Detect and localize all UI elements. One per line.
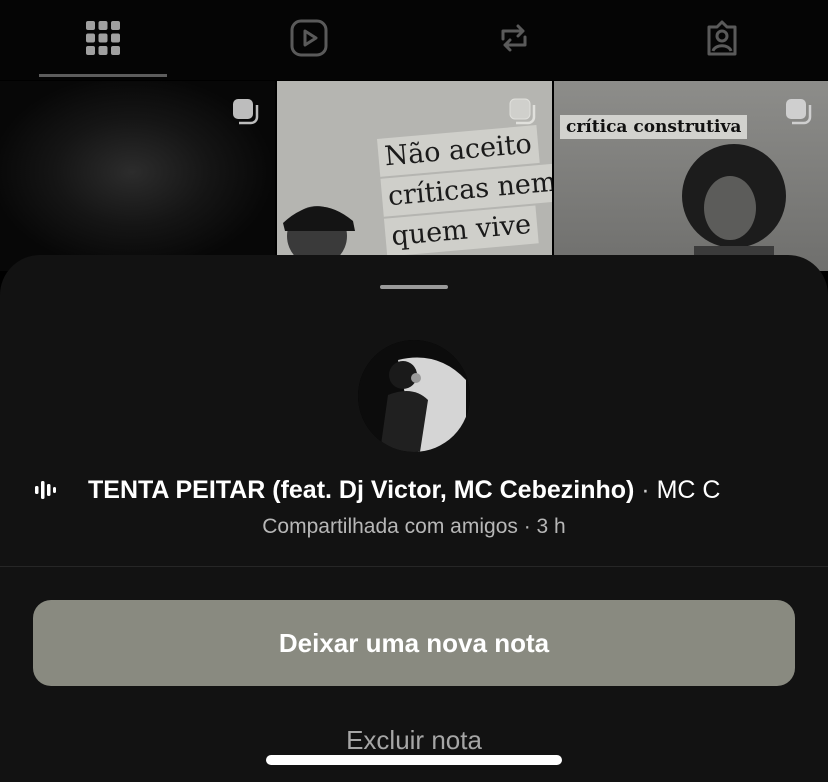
- sound-bars-icon: [35, 481, 56, 499]
- grid-icon: [86, 21, 120, 55]
- tab-posts[interactable]: [73, 8, 133, 68]
- song-info: TENTA PEITAR (feat. Dj Victor, MC Cebezi…: [88, 473, 720, 507]
- avatar: [358, 340, 470, 452]
- tab-reposts[interactable]: [484, 8, 544, 68]
- divider: [0, 566, 828, 567]
- home-indicator: [266, 755, 562, 765]
- repost-icon: [501, 24, 527, 52]
- text-fade: [748, 473, 794, 507]
- active-tab-indicator: [39, 74, 167, 77]
- artist-name: MC C: [656, 476, 721, 504]
- post-caption-image-text: Não aceito críticas nem d quem vive: [377, 123, 552, 258]
- profile-tab-bar: [0, 0, 828, 80]
- post-tile[interactable]: [0, 81, 275, 271]
- separator: ·: [641, 476, 650, 504]
- post-tile[interactable]: Não aceito críticas nem d quem vive: [277, 81, 552, 271]
- post-tile[interactable]: crítica construtiva: [554, 81, 828, 271]
- note-music-row[interactable]: TENTA PEITAR (feat. Dj Victor, MC Cebezi…: [34, 473, 794, 507]
- song-title: TENTA PEITAR (feat. Dj Victor, MC Cebezi…: [88, 476, 635, 504]
- carousel-icon: [509, 98, 536, 125]
- note-bottom-sheet: TENTA PEITAR (feat. Dj Victor, MC Cebezi…: [0, 255, 828, 782]
- note-subtitle: Compartilhada com amigos · 3 h: [262, 515, 566, 538]
- tagged-user-icon: [707, 20, 737, 56]
- tab-reels[interactable]: [279, 8, 339, 68]
- delete-note-button[interactable]: Excluir nota: [0, 723, 828, 757]
- avatar-photo: [358, 340, 470, 452]
- carousel-icon: [233, 99, 259, 125]
- person-photo: [682, 144, 786, 271]
- sheet-grabber[interactable]: [380, 285, 448, 289]
- post-grid: Não aceito críticas nem d quem vive crít…: [0, 81, 828, 271]
- tab-tagged[interactable]: [692, 8, 752, 68]
- reels-icon: [290, 19, 328, 57]
- carousel-icon: [786, 99, 812, 125]
- new-note-button[interactable]: Deixar uma nova nota: [33, 600, 795, 686]
